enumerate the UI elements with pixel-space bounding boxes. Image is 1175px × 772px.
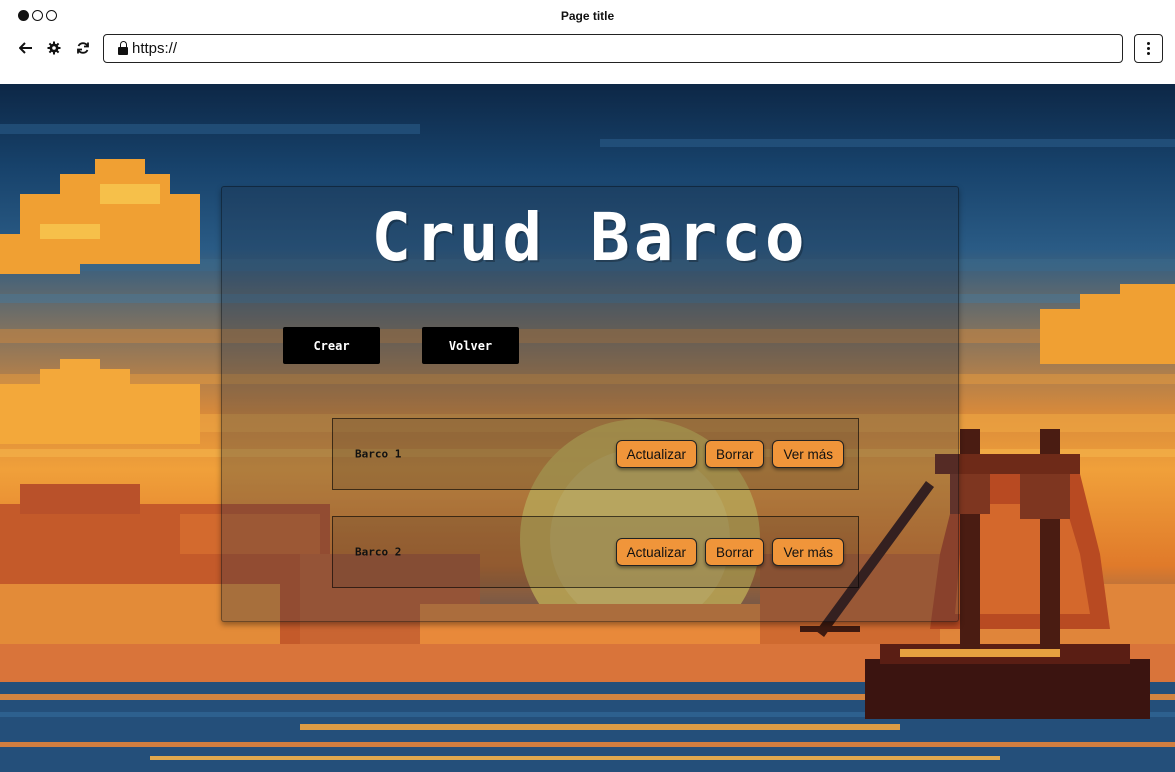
- back-arrow-icon[interactable]: [18, 40, 34, 56]
- delete-button[interactable]: Borrar: [704, 538, 765, 566]
- lock-icon: [118, 40, 128, 55]
- boat-actions: Actualizar Borrar Ver más: [615, 538, 844, 566]
- reload-icon[interactable]: [75, 40, 91, 56]
- back-button[interactable]: Volver: [422, 327, 519, 364]
- boat-actions: Actualizar Borrar Ver más: [615, 440, 844, 468]
- update-button[interactable]: Actualizar: [615, 440, 697, 468]
- boat-card: Barco 2 Actualizar Borrar Ver más: [332, 516, 859, 588]
- boat-name: Barco 1: [355, 447, 402, 461]
- page-title: Page title: [560, 9, 615, 23]
- boat-card: Barco 1 Actualizar Borrar Ver más: [332, 418, 859, 490]
- create-button[interactable]: Crear: [283, 327, 380, 364]
- view-more-button[interactable]: Ver más: [772, 440, 844, 468]
- address-bar[interactable]: https://: [103, 34, 1123, 63]
- pixel-sunset-background: Crud Barco Crear Volver Barco 1 Actualiz…: [0, 84, 1175, 772]
- app-title: Crud Barco: [371, 199, 809, 276]
- delete-button[interactable]: Borrar: [704, 440, 765, 468]
- browser-chrome: Page title https://: [0, 0, 1175, 84]
- kebab-menu-icon[interactable]: [1134, 34, 1163, 63]
- settings-gear-icon[interactable]: [46, 40, 62, 56]
- view-more-button[interactable]: Ver más: [772, 538, 844, 566]
- crud-panel: Crud Barco Crear Volver Barco 1 Actualiz…: [221, 186, 959, 622]
- boat-name: Barco 2: [355, 545, 402, 559]
- url-text: https://: [132, 40, 178, 57]
- update-button[interactable]: Actualizar: [615, 538, 697, 566]
